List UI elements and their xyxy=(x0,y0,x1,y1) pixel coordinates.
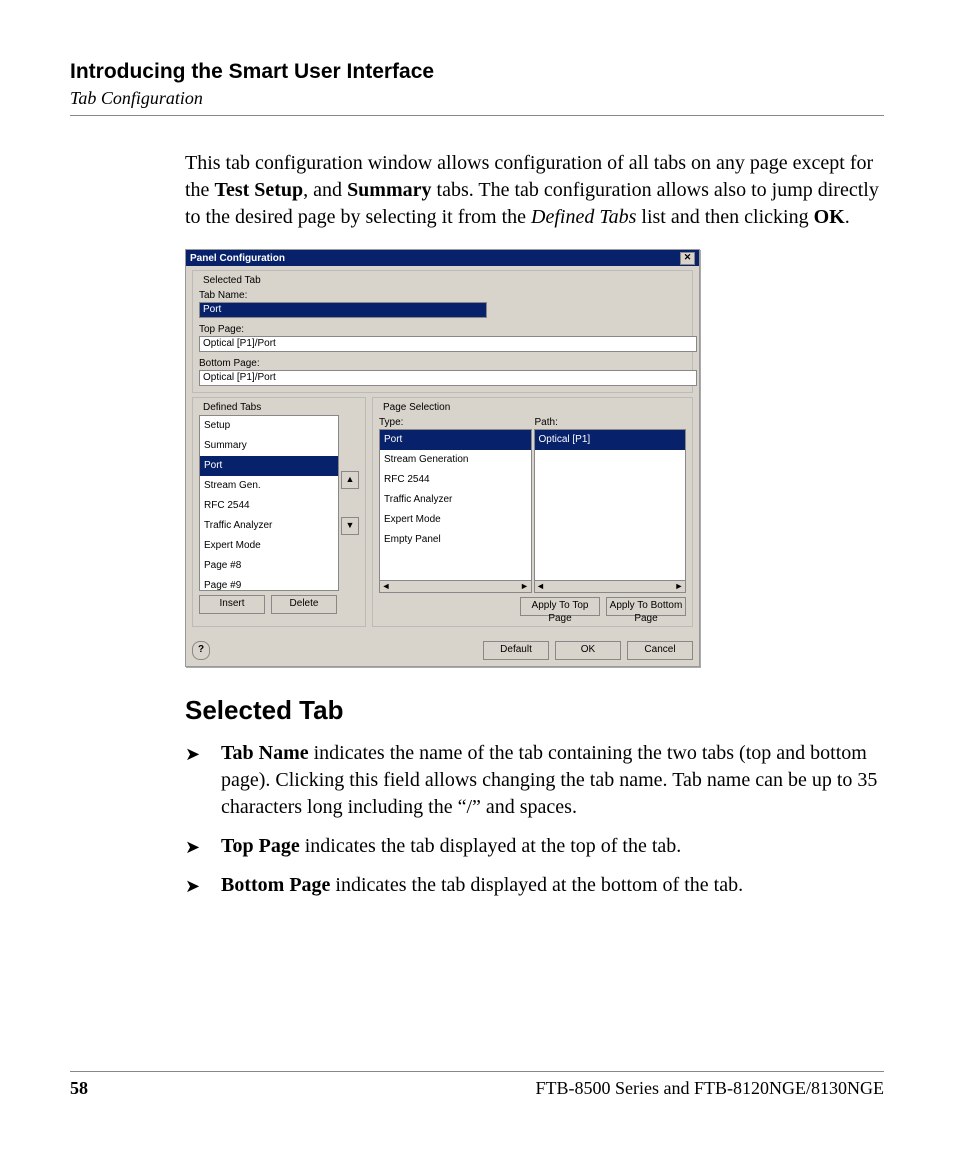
defined-tabs-list[interactable]: Setup Summary Port Stream Gen. RFC 2544 … xyxy=(199,415,339,591)
text-bold: Tab Name xyxy=(221,742,309,764)
top-page-field[interactable]: Optical [P1]/Port xyxy=(199,336,697,352)
bullet-item: Tab Name indicates the name of the tab c… xyxy=(185,740,884,821)
chapter-title: Introducing the Smart User Interface xyxy=(70,60,884,84)
text-bold: Test Setup xyxy=(214,179,303,201)
selected-tab-heading: Selected Tab xyxy=(185,695,884,726)
text-bold: Top Page xyxy=(221,835,300,857)
type-list[interactable]: Port Stream Generation RFC 2544 Traffic … xyxy=(379,429,532,581)
list-item[interactable]: Empty Panel xyxy=(380,530,531,550)
text: indicates the tab displayed at the top o… xyxy=(300,835,682,857)
page-selection-legend: Page Selection xyxy=(381,402,452,413)
type-scrollbar[interactable]: ◄ ► xyxy=(379,581,532,593)
apply-top-page-button[interactable]: Apply To Top Page xyxy=(520,597,600,616)
intro-paragraph: This tab configuration window allows con… xyxy=(185,150,884,231)
text: . xyxy=(845,206,850,228)
path-scrollbar[interactable]: ◄ ► xyxy=(534,581,687,593)
path-label: Path: xyxy=(535,417,687,428)
list-item[interactable]: Page #8 xyxy=(200,556,338,576)
text: , and xyxy=(303,179,347,201)
scroll-right-icon[interactable]: ► xyxy=(519,581,531,592)
list-item[interactable]: Traffic Analyzer xyxy=(200,516,338,536)
page-footer: 58 FTB-8500 Series and FTB-8120NGE/8130N… xyxy=(70,1071,884,1099)
cancel-button[interactable]: Cancel xyxy=(627,641,693,660)
text-italic: Defined Tabs xyxy=(531,206,636,228)
defined-tabs-group: Defined Tabs Setup Summary Port Stream G… xyxy=(192,397,366,627)
list-item[interactable]: Summary xyxy=(200,436,338,456)
move-up-button[interactable]: ▲ xyxy=(341,471,359,489)
defined-tabs-legend: Defined Tabs xyxy=(201,402,263,413)
product-name: FTB-8500 Series and FTB-8120NGE/8130NGE xyxy=(536,1078,884,1099)
scroll-left-icon[interactable]: ◄ xyxy=(380,581,392,592)
page-selection-group: Page Selection Type: Path: Port Stream G… xyxy=(372,397,693,627)
top-page-label: Top Page: xyxy=(199,324,686,335)
bullet-item: Top Page indicates the tab displayed at … xyxy=(185,833,884,860)
header-rule xyxy=(70,115,884,116)
list-item[interactable]: Optical [P1] xyxy=(535,430,686,450)
panel-configuration-dialog: Panel Configuration ✕ Selected Tab Tab N… xyxy=(185,249,700,667)
delete-button[interactable]: Delete xyxy=(271,595,337,614)
path-list[interactable]: Optical [P1] xyxy=(534,429,687,581)
help-button[interactable]: ? xyxy=(192,641,210,660)
text: indicates the tab displayed at the botto… xyxy=(330,874,743,896)
list-item[interactable]: Expert Mode xyxy=(380,510,531,530)
default-button[interactable]: Default xyxy=(483,641,549,660)
list-item[interactable]: Stream Generation xyxy=(380,450,531,470)
dialog-titlebar: Panel Configuration ✕ xyxy=(186,250,699,266)
text-bold: Bottom Page xyxy=(221,874,330,896)
text-bold: Summary xyxy=(347,179,431,201)
tab-name-label: Tab Name: xyxy=(199,290,686,301)
ok-button[interactable]: OK xyxy=(555,641,621,660)
selected-tab-group: Selected Tab Tab Name: Port Top Page: Op… xyxy=(192,270,693,393)
apply-bottom-page-button[interactable]: Apply To Bottom Page xyxy=(606,597,686,616)
bullet-item: Bottom Page indicates the tab displayed … xyxy=(185,872,884,899)
dialog-title: Panel Configuration xyxy=(190,253,285,264)
type-label: Type: xyxy=(379,417,531,428)
list-item[interactable]: Stream Gen. xyxy=(200,476,338,496)
list-item[interactable]: Port xyxy=(200,456,338,476)
selected-tab-legend: Selected Tab xyxy=(201,275,263,286)
list-item[interactable]: Expert Mode xyxy=(200,536,338,556)
scroll-right-icon[interactable]: ► xyxy=(673,581,685,592)
tab-name-input[interactable]: Port xyxy=(199,302,487,318)
bottom-page-label: Bottom Page: xyxy=(199,358,686,369)
list-item[interactable]: Port xyxy=(380,430,531,450)
list-item[interactable]: Page #9 xyxy=(200,576,338,591)
list-item[interactable]: RFC 2544 xyxy=(200,496,338,516)
list-item[interactable]: RFC 2544 xyxy=(380,470,531,490)
section-title: Tab Configuration xyxy=(70,88,884,109)
text: list and then clicking xyxy=(636,206,813,228)
insert-button[interactable]: Insert xyxy=(199,595,265,614)
text-bold: OK xyxy=(814,206,845,228)
page-number: 58 xyxy=(70,1078,88,1099)
list-item[interactable]: Traffic Analyzer xyxy=(380,490,531,510)
scroll-left-icon[interactable]: ◄ xyxy=(535,581,547,592)
text: indicates the name of the tab containing… xyxy=(221,742,877,818)
move-down-button[interactable]: ▼ xyxy=(341,517,359,535)
close-icon[interactable]: ✕ xyxy=(680,252,695,265)
bottom-page-field[interactable]: Optical [P1]/Port xyxy=(199,370,697,386)
list-item[interactable]: Setup xyxy=(200,416,338,436)
